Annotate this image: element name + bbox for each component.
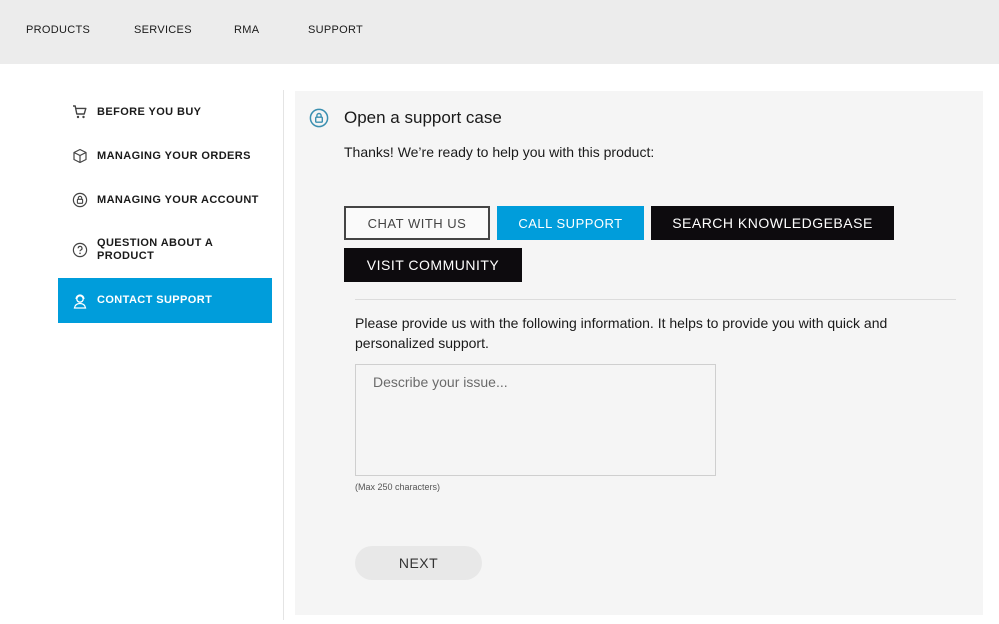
search-knowledgebase-button[interactable]: SEARCH KNOWLEDGEBASE [651,206,894,240]
support-agent-icon [72,293,88,309]
max-characters-note: (Max 250 characters) [355,482,441,492]
nav-rma[interactable]: RMA [234,24,259,36]
sidebar-item-managing-orders[interactable]: MANAGING YOUR ORDERS [58,146,272,166]
chat-with-us-button[interactable]: CHAT WITH US [344,206,490,240]
top-navigation: PRODUCTS SERVICES RMA SUPPORT [0,0,999,64]
sidebar-divider [283,90,284,620]
support-case-panel [295,91,983,615]
sidebar-item-label: MANAGING YOUR ORDERS [97,149,251,162]
nav-services[interactable]: SERVICES [134,24,192,36]
issue-description-input[interactable] [355,364,716,476]
sidebar-item-label: CONTACT SUPPORT [97,294,213,306]
sidebar-item-label: MANAGING YOUR ACCOUNT [97,193,259,206]
box-icon [72,148,88,164]
page-title: Open a support case [344,108,502,127]
info-text: Please provide us with the following inf… [355,315,888,351]
sidebar-item-question-product[interactable]: QUESTION ABOUT A PRODUCT [58,236,272,264]
visit-community-button[interactable]: VISIT COMMUNITY [344,248,522,282]
next-button[interactable]: NEXT [355,546,482,580]
sidebar-item-label: BEFORE YOU BUY [97,105,202,118]
sidebar-item-label: QUESTION ABOUT A PRODUCT [97,237,213,262]
nav-support[interactable]: SUPPORT [308,24,363,36]
account-lock-icon [309,108,329,128]
sidebar-item-contact-support[interactable]: CONTACT SUPPORT [58,278,272,323]
sidebar-item-before-you-buy[interactable]: BEFORE YOU BUY [58,102,272,122]
intro-text: Thanks! We’re ready to help you with thi… [344,144,655,160]
question-icon [72,242,88,258]
sidebar-item-managing-account[interactable]: MANAGING YOUR ACCOUNT [58,190,272,210]
section-divider [355,299,956,300]
cart-icon [72,104,88,120]
nav-products[interactable]: PRODUCTS [26,24,90,36]
call-support-button[interactable]: CALL SUPPORT [497,206,644,240]
account-lock-icon [72,192,88,208]
